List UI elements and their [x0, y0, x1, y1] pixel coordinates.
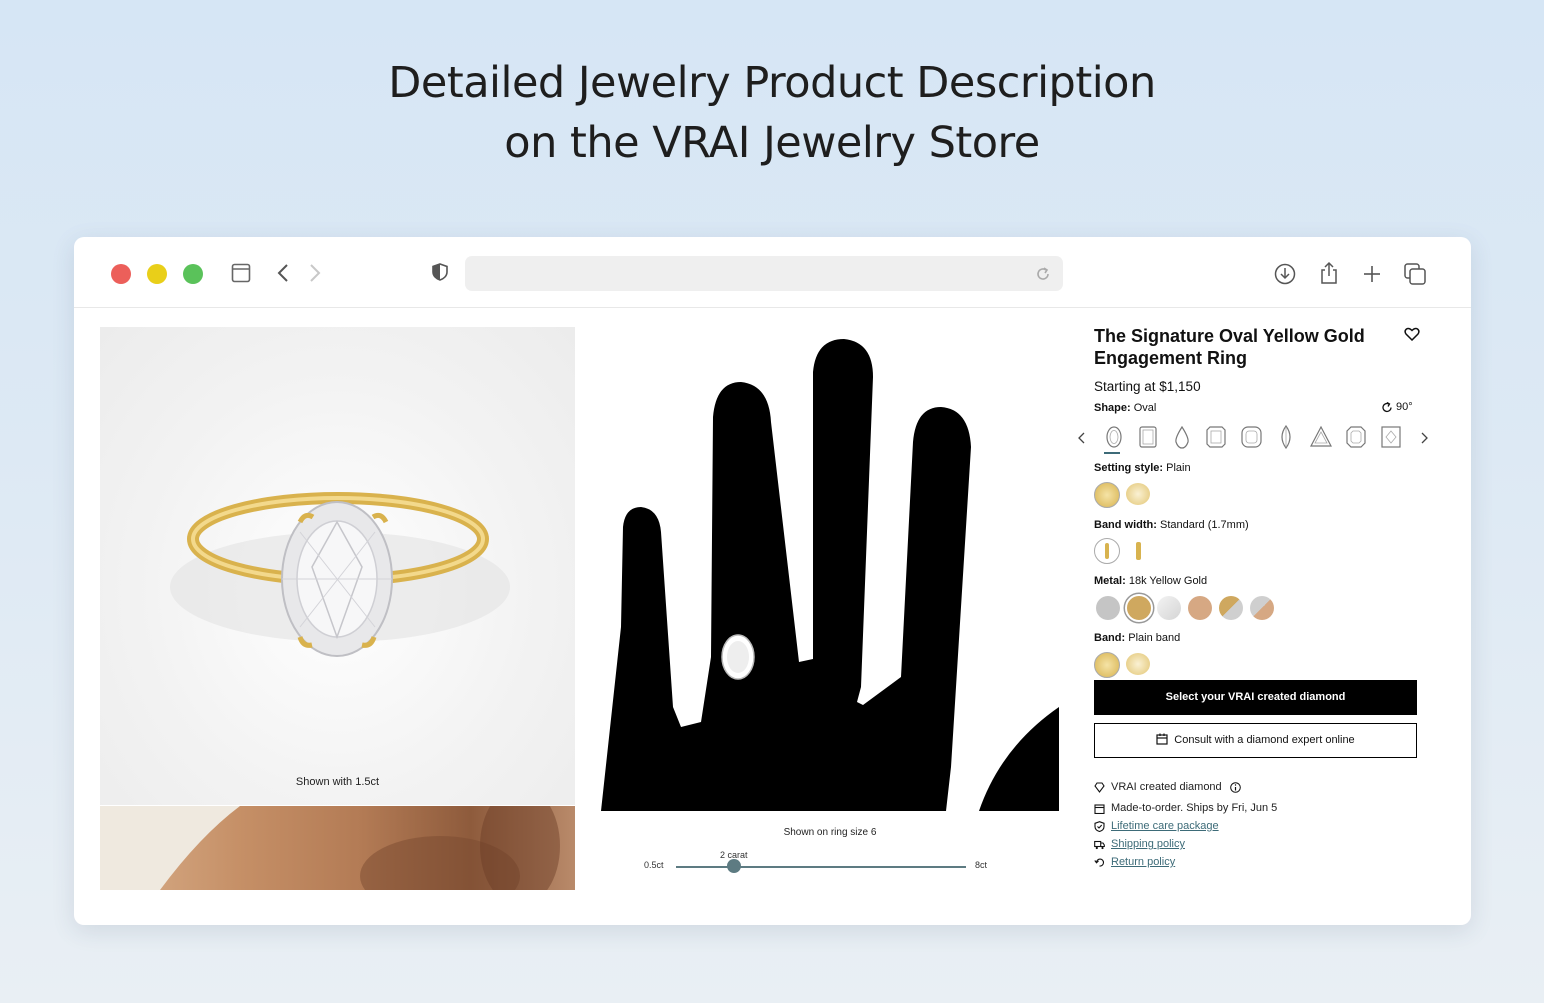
setting-option-plain[interactable] [1094, 482, 1120, 508]
maximize-window-button[interactable] [183, 264, 203, 284]
slider-min-label: 0.5ct [644, 860, 664, 870]
shipping-policy-link[interactable]: Shipping policy [1111, 838, 1185, 850]
forward-icon[interactable] [308, 263, 322, 283]
shape-selector [1074, 424, 1428, 454]
bandwidth-label: Band width: [1094, 519, 1157, 531]
setting-value: Plain [1166, 462, 1191, 474]
metal-option-yellow-gold[interactable] [1125, 594, 1153, 622]
sidebar-icon[interactable] [231, 263, 251, 283]
headline-line-1: Detailed Jewelry Product Description [388, 58, 1156, 108]
slider-track[interactable] [676, 866, 966, 868]
ring-illustration [170, 492, 510, 657]
hand-size-preview: Shown on ring size 6 [601, 327, 1059, 838]
care-package-link[interactable]: Lifetime care package [1111, 820, 1219, 832]
setting-label: Setting style: [1094, 462, 1164, 474]
band-label: Band: [1094, 632, 1126, 644]
model-photo [100, 806, 560, 890]
shape-option-cushion-icon[interactable] [1240, 424, 1262, 450]
consult-expert-button[interactable]: Consult with a diamond expert online [1094, 723, 1417, 758]
band-value: Plain band [1128, 632, 1181, 644]
model-photo-thumbnail[interactable] [100, 806, 575, 890]
shape-option-asscher-icon[interactable] [1345, 424, 1367, 450]
selected-shape-indicator [1104, 452, 1120, 454]
shield-icon [1094, 820, 1105, 832]
info-created-diamond: VRAI created diamond [1094, 781, 1241, 793]
band-option-diamond[interactable] [1126, 653, 1150, 675]
metal-label: Metal: [1094, 575, 1126, 587]
calendar-icon [1156, 733, 1168, 745]
info-icon[interactable] [1229, 781, 1241, 793]
rotate-icon [1382, 401, 1392, 412]
product-price: Starting at $1,150 [1094, 379, 1201, 394]
shape-option-trillion-icon[interactable] [1310, 424, 1332, 450]
metal-option-white-gold[interactable] [1157, 596, 1181, 620]
metal-value: 18k Yellow Gold [1128, 575, 1208, 587]
product-image[interactable]: Shown with 1.5ct [100, 327, 575, 805]
shape-option-pear-icon[interactable] [1171, 424, 1193, 450]
share-icon[interactable] [1318, 261, 1340, 285]
info-text: VRAI created diamond [1111, 781, 1222, 793]
minimize-window-button[interactable] [147, 264, 167, 284]
rotate-label: 90° [1396, 401, 1413, 413]
image-caption: Shown with 1.5ct [295, 776, 380, 788]
info-text: Made-to-order. Ships by Fri, Jun 5 [1111, 802, 1278, 814]
metal-option-two-tone-rose[interactable] [1250, 596, 1274, 620]
download-icon[interactable] [1274, 263, 1296, 285]
back-icon[interactable] [276, 263, 290, 283]
info-ship-date: Made-to-order. Ships by Fri, Jun 5 [1094, 802, 1277, 814]
product-title: The Signature Oval Yellow Gold Engagemen… [1094, 326, 1365, 368]
tabs-overview-icon[interactable] [1403, 262, 1427, 286]
info-returns: Return policy [1094, 856, 1175, 868]
slider-max-label: 8ct [975, 860, 988, 870]
heart-icon[interactable] [1404, 327, 1420, 341]
metal-option-rose-gold[interactable] [1188, 596, 1212, 620]
close-window-button[interactable] [111, 264, 131, 284]
metal-option-two-tone-yellow[interactable] [1219, 596, 1243, 620]
return-policy-link[interactable]: Return policy [1111, 856, 1175, 868]
shape-next-icon[interactable] [1420, 432, 1428, 444]
shape-value: Oval [1133, 402, 1157, 414]
setting-option-pave[interactable] [1126, 483, 1150, 505]
new-tab-icon[interactable] [1362, 264, 1382, 284]
info-shipping: Shipping policy [1094, 838, 1185, 850]
truck-icon [1094, 840, 1105, 849]
shape-option-marquise-icon[interactable] [1275, 424, 1297, 450]
shape-option-princess-icon[interactable] [1380, 424, 1402, 450]
bandwidth-value: Standard (1.7mm) [1160, 519, 1249, 531]
select-diamond-button[interactable]: Select your VRAI created diamond [1094, 680, 1417, 715]
slider-value-label: 2 carat [720, 850, 748, 860]
product-page: Shown with 1.5ct Shown on ring size 6 0.… [74, 308, 1471, 925]
consult-expert-label: Consult with a diamond expert online [1174, 734, 1355, 746]
slider-thumb[interactable] [727, 859, 741, 873]
browser-toolbar [74, 237, 1471, 308]
browser-window: Shown with 1.5ct Shown on ring size 6 0.… [74, 237, 1471, 925]
rotate-button[interactable]: 90° [1382, 401, 1413, 413]
shape-option-emerald-icon[interactable] [1137, 424, 1159, 450]
shape-option-oval-icon[interactable] [1103, 424, 1125, 450]
hand-silhouette [601, 339, 1059, 811]
band-option-plain[interactable] [1094, 652, 1120, 678]
address-bar[interactable] [465, 256, 1063, 291]
shape-label: Shape: [1094, 402, 1131, 414]
metal-option-platinum[interactable] [1096, 596, 1120, 620]
shape-option-radiant-icon[interactable] [1205, 424, 1227, 450]
return-icon [1094, 858, 1105, 867]
headline-line-2: on the VRAI Jewelry Store [504, 118, 1040, 168]
shape-prev-icon[interactable] [1078, 432, 1086, 444]
carat-slider[interactable]: 0.5ct 2 carat 8ct [644, 836, 1004, 876]
product-details-panel: The Signature Oval Yellow Gold Engagemen… [1078, 325, 1428, 868]
privacy-shield-icon[interactable] [432, 263, 448, 281]
reload-icon[interactable] [1035, 266, 1051, 282]
bandwidth-option-standard[interactable] [1094, 538, 1120, 564]
diamond-icon [1094, 781, 1105, 793]
bandwidth-option-petite[interactable] [1126, 539, 1150, 563]
info-care-package: Lifetime care package [1094, 820, 1219, 832]
calendar-icon [1094, 803, 1105, 814]
